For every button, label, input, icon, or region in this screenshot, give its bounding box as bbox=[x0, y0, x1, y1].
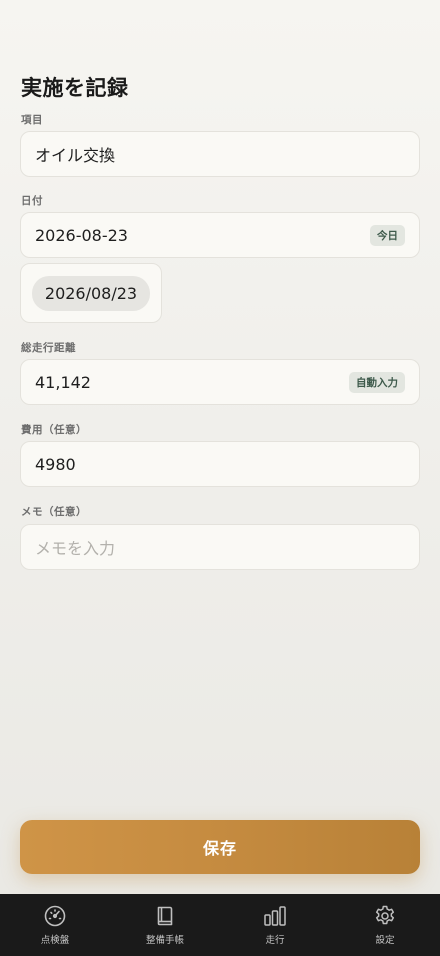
mileage-field[interactable]: 41,142 自動入力 bbox=[20, 359, 420, 405]
cost-field[interactable]: 4980 bbox=[20, 441, 420, 487]
tab-label-maintenance-log: 整備手帳 bbox=[145, 935, 184, 946]
date-picker-chip[interactable]: 2026/08/23 bbox=[31, 275, 151, 311]
today-button[interactable]: 今日 bbox=[370, 224, 405, 246]
bar-chart-icon bbox=[264, 906, 286, 926]
tab-driving[interactable]: 走行 bbox=[220, 904, 330, 946]
tab-label-settings: 設定 bbox=[375, 935, 395, 946]
auto-fill-badge: 自動入力 bbox=[349, 371, 405, 393]
date-value: 2026-08-23 bbox=[35, 225, 128, 245]
mileage-label: 総走行距離 bbox=[21, 342, 76, 354]
tab-settings[interactable]: 設定 bbox=[330, 904, 440, 946]
date-field[interactable]: 2026-08-23 今日 bbox=[20, 212, 420, 258]
page-title: 実施を記録 bbox=[21, 76, 129, 100]
memo-field[interactable]: メモを入力 bbox=[20, 524, 420, 570]
tab-bar: 点検盤 整備手帳 走行 設定 bbox=[0, 894, 440, 956]
memo-label: メモ（任意） bbox=[21, 506, 87, 518]
cost-value: 4980 bbox=[35, 454, 76, 474]
tab-dashboard[interactable]: 点検盤 bbox=[0, 904, 110, 946]
gear-icon bbox=[375, 905, 395, 925]
item-value: オイル交換 bbox=[35, 146, 116, 165]
tab-label-driving: 走行 bbox=[265, 935, 285, 946]
tab-label-dashboard: 点検盤 bbox=[40, 935, 70, 946]
book-icon bbox=[157, 906, 173, 926]
date-picker-popup: 2026/08/23 bbox=[20, 263, 162, 323]
item-field[interactable]: オイル交換 bbox=[20, 131, 420, 177]
save-button[interactable]: 保存 bbox=[20, 820, 420, 874]
item-label: 項目 bbox=[21, 114, 43, 126]
cost-label: 費用（任意） bbox=[21, 424, 87, 436]
date-label: 日付 bbox=[21, 195, 43, 207]
memo-placeholder: メモを入力 bbox=[35, 539, 116, 558]
mileage-value: 41,142 bbox=[35, 372, 91, 392]
tab-maintenance-log[interactable]: 整備手帳 bbox=[110, 904, 220, 946]
gauge-icon bbox=[44, 905, 66, 927]
